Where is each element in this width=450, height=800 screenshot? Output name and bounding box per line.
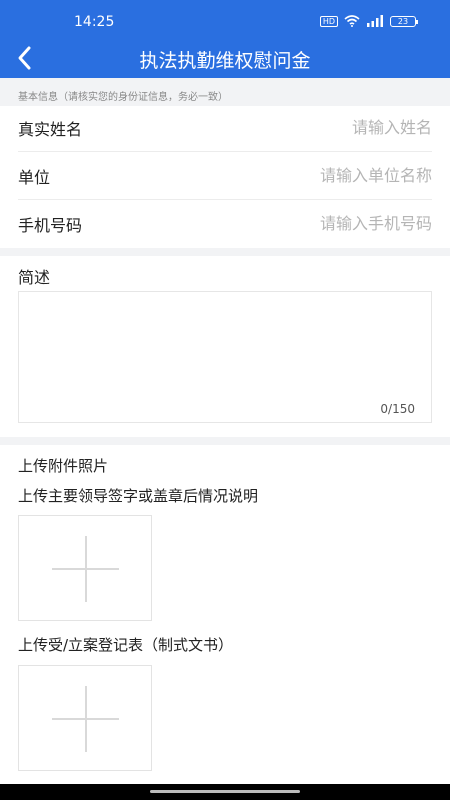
upload-label-register-form: 上传受/立案登记表（制式文书） [18,636,234,654]
upload-statement-button[interactable] [18,515,152,621]
unit-input[interactable] [172,162,432,188]
upload-register-form-button[interactable] [18,665,152,771]
description-box: 0/150 [18,291,432,423]
description-label: 简述 [18,268,51,287]
name-input[interactable] [172,114,432,140]
system-nav-bar [0,784,450,800]
battery-icon: 23 [390,15,418,27]
header: 14:25 HD 23 执法执勤维权慰问金 [0,0,450,78]
section-divider [0,248,450,256]
status-time: 14:25 [74,14,115,30]
name-label: 真实姓名 [18,120,83,139]
wifi-icon [344,15,360,27]
phone-row: 手机号码 [18,200,432,248]
phone-input[interactable] [172,210,432,236]
status-icons: HD 23 [319,15,418,27]
section-divider [0,437,450,445]
description-input[interactable] [19,292,431,392]
plus-icon [85,686,87,752]
unit-label: 单位 [18,168,51,187]
unit-row: 单位 [18,152,432,200]
name-row: 真实姓名 [18,104,432,152]
attachments-title: 上传附件照片 [18,457,109,475]
upload-label-statement: 上传主要领导签字或盖章后情况说明 [18,487,259,505]
hd-icon: HD [319,15,338,27]
phone-label: 手机号码 [18,216,83,235]
plus-icon [85,536,87,602]
signal-icon [367,15,383,27]
status-bar: 14:25 HD 23 [0,0,450,40]
nav-bar: 执法执勤维权慰问金 [0,40,450,78]
page-title: 执法执勤维权慰问金 [139,50,311,72]
char-counter: 0/150 [380,402,415,416]
home-indicator[interactable] [150,790,300,793]
info-hint: 基本信息（请核实您的身份证信息，务必一致） [0,78,450,106]
